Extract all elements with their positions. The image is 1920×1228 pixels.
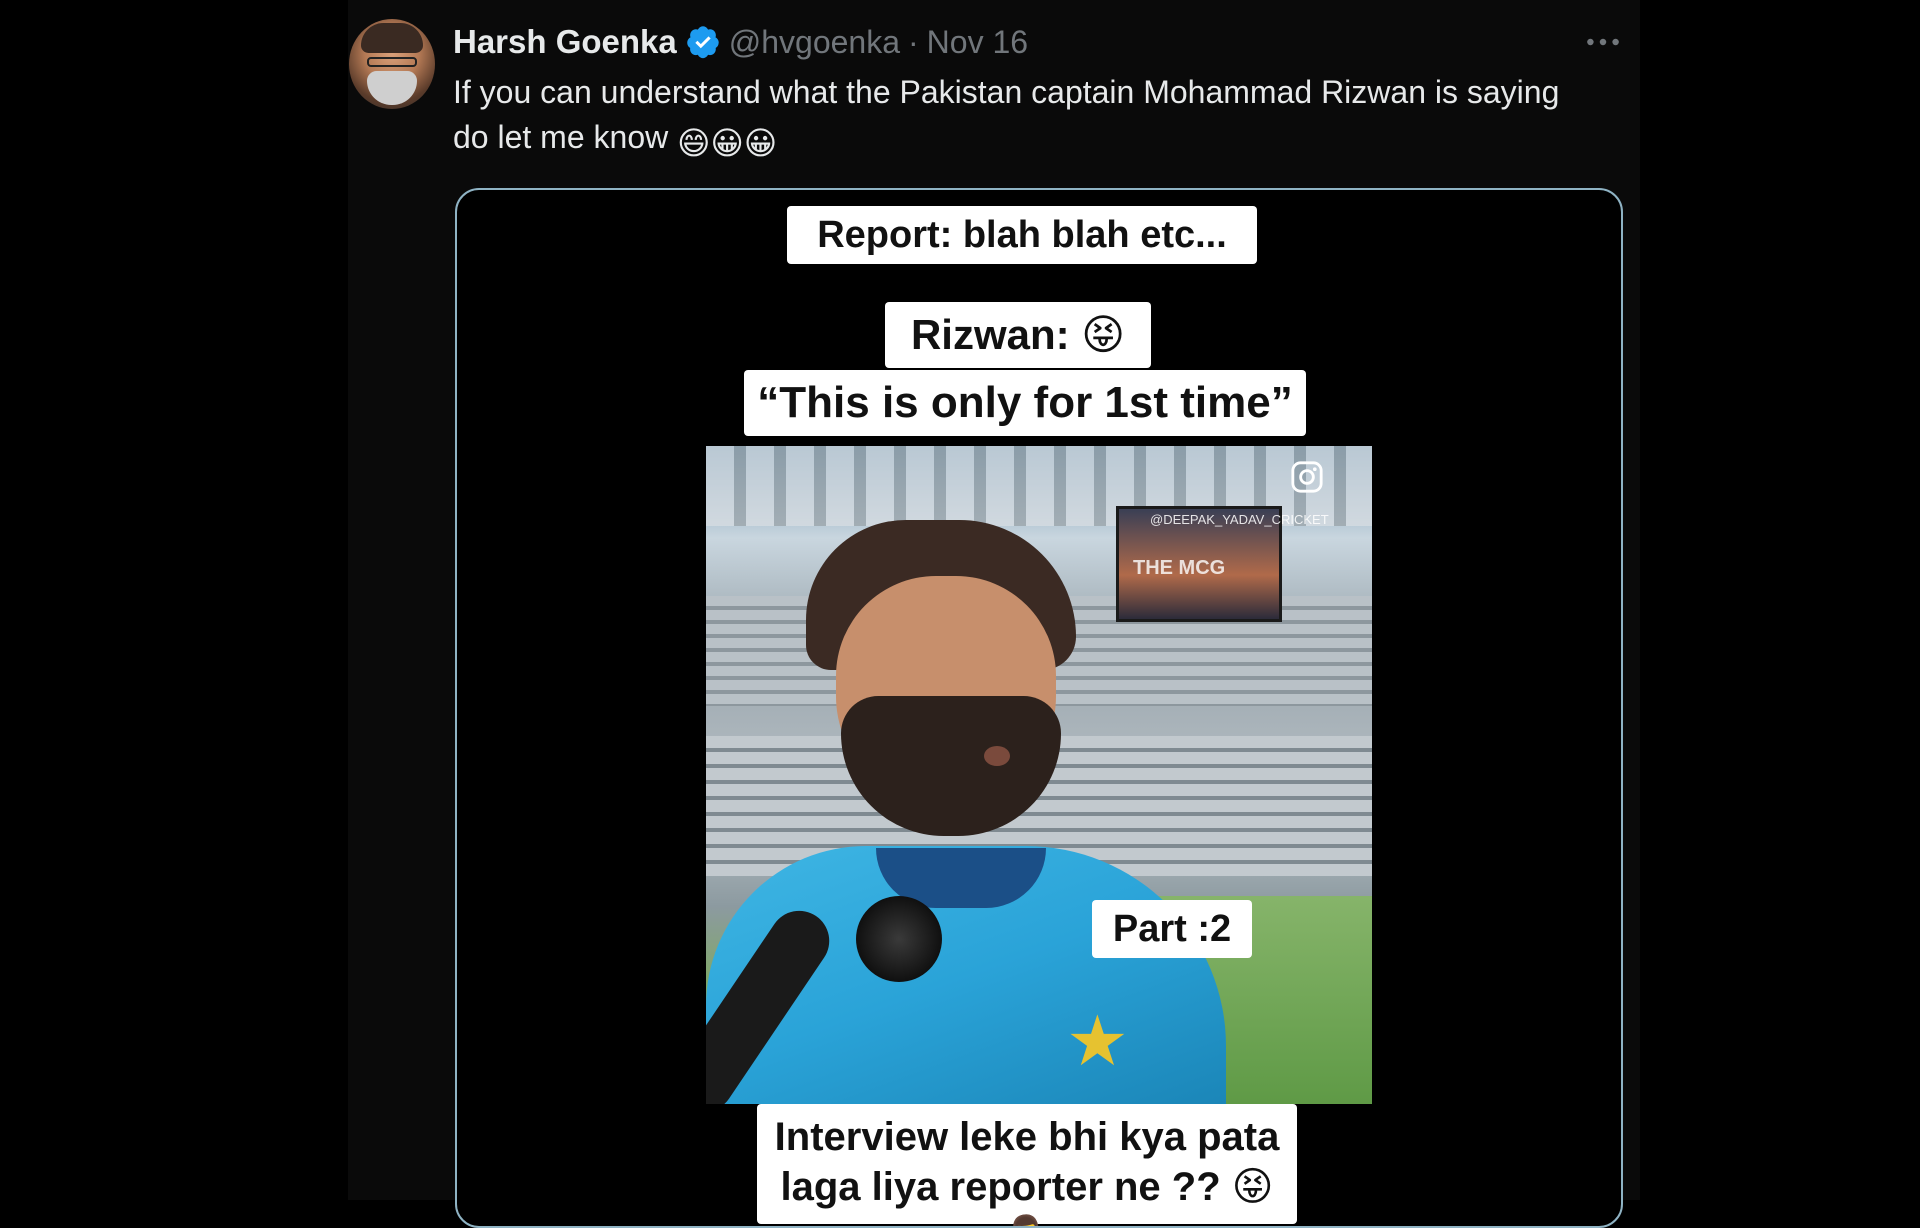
video-frame[interactable]: THE MCG @DEEPAK_YADAV_CRICKET ★ Part :2: [706, 446, 1372, 1104]
grinning-face-emoji: 😀: [743, 125, 778, 161]
author-avatar[interactable]: [349, 19, 435, 109]
caption-rizwan: Rizwan: 😝: [885, 302, 1151, 368]
caption-quote: “This is only for 1st time”: [744, 370, 1306, 436]
tweet-body: If you can understand what the Pakistan …: [453, 74, 1560, 155]
caption-report: Report: blah blah etc...: [787, 206, 1257, 264]
player-mouth: [984, 746, 1010, 766]
author-handle[interactable]: @hvgoenka: [729, 24, 900, 61]
tweet-media[interactable]: Report: blah blah etc... Rizwan: 😝 “This…: [455, 188, 1623, 1228]
grinning-squinting-face-emoji: 😄: [677, 125, 711, 161]
instagram-icon: [1290, 460, 1324, 494]
more-horizontal-icon[interactable]: [1583, 22, 1623, 62]
part-label: Part :2: [1092, 900, 1252, 958]
avatar-hair: [361, 23, 423, 53]
tweet-text: If you can understand what the Pakistan …: [453, 70, 1593, 166]
video-watermark: @DEEPAK_YADAV_CRICKET: [1150, 512, 1329, 527]
star-emblem-icon: ★: [1066, 1002, 1129, 1080]
avatar-beard: [367, 71, 417, 105]
verified-badge-icon[interactable]: [685, 24, 721, 60]
author-name[interactable]: Harsh Goenka: [453, 23, 677, 61]
tweet-date[interactable]: Nov 16: [927, 24, 1028, 61]
stadium-screen-text: THE MCG: [1133, 557, 1226, 579]
microphone-icon: [856, 896, 942, 982]
avatar-glasses: [367, 57, 417, 67]
separator-dot: ·: [908, 23, 919, 60]
caption-bottom: Interview leke bhi kya pata laga liya re…: [757, 1104, 1297, 1226]
tweet-header: Harsh Goenka @hvgoenka · Nov 16: [453, 20, 1028, 64]
grinning-face-emoji: 😀: [710, 125, 744, 161]
